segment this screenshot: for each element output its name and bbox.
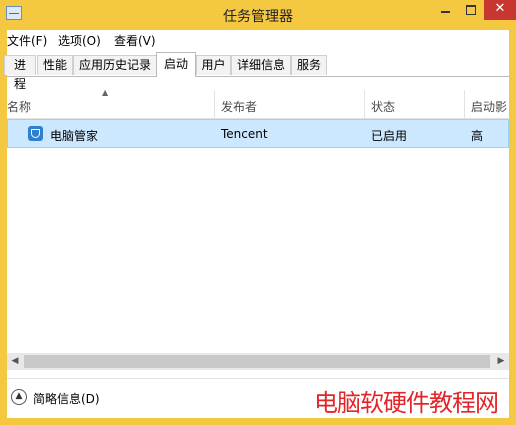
title-bar[interactable]: 任务管理器 ✕ <box>0 0 516 30</box>
menu-bar: 文件(F) 选项(O) 查看(V) <box>7 30 509 50</box>
tab-processes[interactable]: 进程 <box>4 55 36 91</box>
tab-users[interactable]: 用户 <box>196 55 231 75</box>
tab-startup[interactable]: 启动 <box>156 52 196 77</box>
minimize-icon <box>440 11 450 13</box>
sort-ascending-icon: ▲ <box>102 88 109 97</box>
column-startup-impact[interactable]: 启动影 <box>471 98 507 115</box>
shield-icon <box>28 126 43 141</box>
startup-item-publisher: Tencent <box>221 127 268 141</box>
column-name[interactable]: 名称 <box>7 98 31 115</box>
scroll-right-icon[interactable]: ▶ <box>493 353 509 370</box>
column-divider[interactable] <box>464 90 465 118</box>
column-publisher[interactable]: 发布者 <box>221 98 257 115</box>
scrollbar-thumb[interactable] <box>24 355 490 368</box>
startup-item-impact: 高 <box>471 129 484 143</box>
watermark-text: 电脑软硬件教程网 <box>314 389 499 417</box>
column-divider[interactable] <box>364 90 365 118</box>
column-status[interactable]: 状态 <box>371 98 395 115</box>
menu-file[interactable]: 文件(F) <box>7 32 47 49</box>
scroll-left-icon[interactable]: ◀ <box>7 353 23 370</box>
minimize-button[interactable] <box>432 0 458 20</box>
startup-item-name: 电脑管家 <box>50 129 99 143</box>
horizontal-scrollbar[interactable]: ◀ ▶ <box>7 353 509 370</box>
fewer-details-link[interactable]: 简略信息(D) <box>33 390 100 407</box>
chevron-up-icon[interactable]: ▲ <box>11 389 27 405</box>
task-manager-window: 任务管理器 ✕ 文件(F) 选项(O) 查看(V) 进程 性能 应用历史记录 启… <box>0 0 516 425</box>
column-divider[interactable] <box>214 90 215 118</box>
startup-item-row[interactable]: 电脑管家 Tencent 已启用 高 <box>7 119 509 148</box>
client-area: 文件(F) 选项(O) 查看(V) 进程 性能 应用历史记录 启动 用户 详细信… <box>4 30 509 418</box>
close-icon: ✕ <box>494 1 506 16</box>
maximize-button[interactable] <box>458 0 484 20</box>
menu-options[interactable]: 选项(O) <box>58 32 101 49</box>
maximize-icon <box>466 5 476 15</box>
tab-strip: 进程 性能 应用历史记录 启动 用户 详细信息 服务 <box>4 52 509 91</box>
tab-app-history[interactable]: 应用历史记录 <box>73 55 157 75</box>
tab-performance[interactable]: 性能 <box>37 55 73 75</box>
tab-details[interactable]: 详细信息 <box>231 55 291 75</box>
tab-services[interactable]: 服务 <box>291 55 327 75</box>
startup-item-status: 已启用 <box>371 129 408 143</box>
close-button[interactable]: ✕ <box>484 0 516 20</box>
column-header-row: ▲ 名称 发布者 状态 启动影 <box>7 86 509 119</box>
menu-view[interactable]: 查看(V) <box>114 32 156 49</box>
